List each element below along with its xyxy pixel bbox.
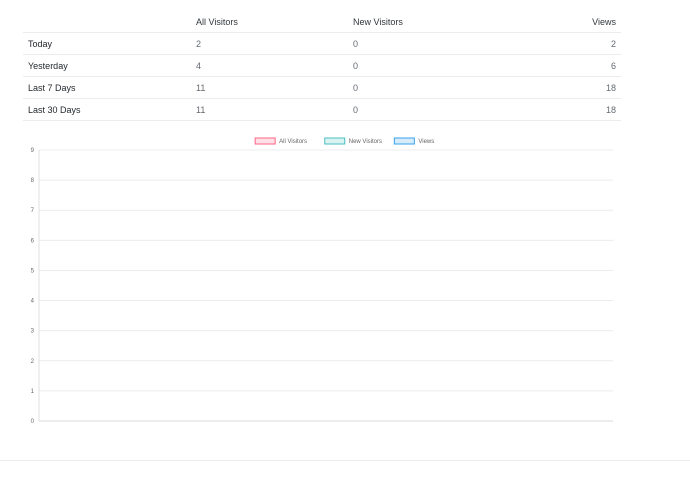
header-views: Views [478, 11, 621, 33]
header-empty-cell [23, 11, 191, 33]
y-tick-label: 0 [31, 419, 35, 425]
all-visitors-value: 11 [191, 76, 348, 99]
y-tick-label: 5 [31, 268, 35, 274]
bottom-divider [0, 460, 690, 461]
legend-swatch [393, 137, 415, 145]
visitors-chart: 0 1 2 3 4 5 6 7 8 9 All Visitors New Visitors Views [0, 132, 690, 432]
views-value: 2 [478, 32, 621, 55]
row-label: Last 30 Days [23, 98, 191, 121]
table-row: Last 30 Days 11 0 18 [23, 98, 621, 121]
legend-item: All Visitors [254, 137, 307, 145]
legend-label: New Visitors [349, 139, 382, 145]
new-visitors-value: 0 [348, 76, 478, 99]
y-tick-label: 8 [31, 178, 35, 184]
table-row: Last 7 Days 11 0 18 [23, 76, 621, 99]
header-all-visitors: All Visitors [191, 11, 348, 33]
legend-swatch [254, 137, 276, 145]
header-new-visitors: New Visitors [348, 11, 478, 33]
legend-item: Views [393, 137, 434, 145]
legend-label: Views [418, 139, 434, 145]
new-visitors-value: 0 [348, 54, 478, 77]
y-tick-label: 4 [31, 299, 35, 305]
y-tick-label: 6 [31, 238, 35, 244]
table-row: Yesterday 4 0 6 [23, 54, 621, 77]
table-header-row: All Visitors New Visitors Views [23, 11, 621, 33]
views-value: 6 [478, 54, 621, 77]
legend-item: New Visitors [324, 137, 382, 145]
visitor-stats-table: All Visitors New Visitors Views Today 2 … [23, 11, 621, 121]
all-visitors-value: 2 [191, 32, 348, 55]
views-value: 18 [478, 76, 621, 99]
row-label: Today [23, 32, 191, 55]
legend-label: All Visitors [279, 139, 307, 145]
y-tick-label: 7 [31, 208, 35, 214]
legend-swatch [324, 137, 346, 145]
y-tick-label: 9 [31, 148, 35, 154]
y-tick-label: 3 [31, 329, 35, 335]
new-visitors-value: 0 [348, 98, 478, 121]
table-row: Today 2 0 2 [23, 32, 621, 55]
chart-legend: All Visitors New Visitors Views [254, 137, 434, 145]
y-tick-label: 2 [31, 359, 35, 365]
views-value: 18 [478, 98, 621, 121]
all-visitors-value: 4 [191, 54, 348, 77]
new-visitors-value: 0 [348, 32, 478, 55]
all-visitors-value: 11 [191, 98, 348, 121]
row-label: Yesterday [23, 54, 191, 77]
chart-canvas: 0 1 2 3 4 5 6 7 8 9 All Visitors New Visitors Views [31, 137, 613, 425]
row-label: Last 7 Days [23, 76, 191, 99]
y-tick-label: 1 [31, 389, 35, 395]
